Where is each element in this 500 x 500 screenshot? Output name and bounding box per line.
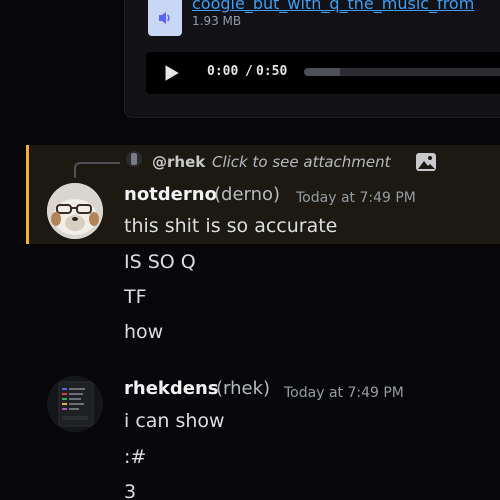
message-text: i can show bbox=[124, 410, 225, 432]
message-username[interactable]: rhekdens bbox=[124, 378, 219, 399]
message-text: IS SO Q bbox=[124, 251, 196, 273]
attachment-file-size: 1.93 MB bbox=[192, 14, 242, 28]
audio-file-icon bbox=[148, 0, 182, 36]
play-button[interactable] bbox=[158, 60, 184, 86]
message-text: TF bbox=[124, 286, 147, 308]
reply-username[interactable]: @rhek bbox=[152, 153, 205, 171]
reply-preview-text[interactable]: Click to see attachment bbox=[212, 153, 391, 171]
message-text: 3 bbox=[124, 481, 137, 500]
message-text: :# bbox=[124, 446, 147, 468]
seek-bar[interactable] bbox=[304, 68, 500, 76]
avatar[interactable] bbox=[47, 183, 103, 239]
message-text: how bbox=[124, 321, 164, 343]
total-time: 0:50 bbox=[256, 64, 288, 79]
message-nickname: (derno) bbox=[214, 184, 281, 205]
seek-buffered bbox=[304, 68, 340, 76]
avatar[interactable] bbox=[47, 376, 103, 432]
message-nickname: (rhek) bbox=[216, 378, 271, 399]
image-icon bbox=[415, 152, 437, 172]
mention-bar bbox=[26, 145, 29, 244]
reply-spine bbox=[74, 162, 120, 178]
message-text: this shit is so accurate bbox=[124, 215, 338, 237]
attachment-file-name[interactable]: coogle_but_with_q_the_music_from bbox=[192, 0, 474, 13]
message-username[interactable]: notderno bbox=[124, 184, 217, 205]
play-icon bbox=[165, 65, 179, 81]
current-time: 0:00 bbox=[207, 64, 239, 79]
message-timestamp: Today at 7:49 PM bbox=[296, 190, 416, 206]
reply-avatar[interactable] bbox=[126, 151, 142, 167]
speaker-file-icon bbox=[159, 12, 170, 24]
message-timestamp: Today at 7:49 PM bbox=[284, 385, 404, 401]
time-separator: / bbox=[245, 64, 253, 79]
